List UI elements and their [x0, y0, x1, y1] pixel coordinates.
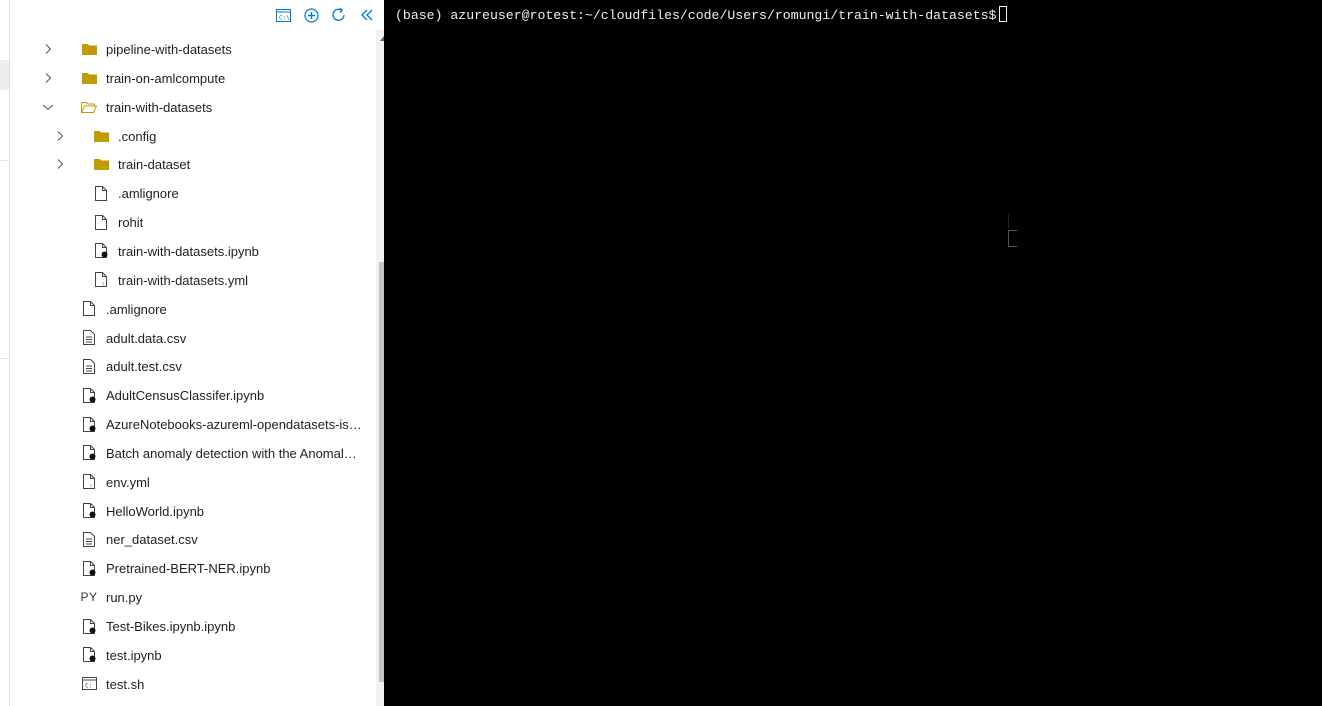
tree-item-label: Batch anomaly detection with the Anomaly… — [106, 445, 362, 461]
scrollbar[interactable] — [376, 30, 384, 706]
tree-item-label: AzureNotebooks-azureml-opendatasets-isd.… — [106, 417, 362, 433]
terminal[interactable]: (base) azureuser@rotest:~/cloudfiles/cod… — [384, 0, 1322, 706]
collapse-icon[interactable] — [358, 6, 376, 24]
folder-icon — [93, 156, 109, 172]
notebook-icon — [81, 560, 97, 576]
folder-icon — [81, 70, 97, 86]
tree-item[interactable]: train-dataset — [10, 150, 366, 179]
tree-item-label: Pretrained-BERT-NER.ipynb — [106, 561, 271, 577]
tree-item[interactable]: train-with-datasets.ipynb — [10, 237, 366, 266]
tree-item[interactable]: Batch anomaly detection with the Anomaly… — [10, 439, 366, 468]
tree-item[interactable]: Pretrained-BERT-NER.ipynb — [10, 554, 366, 583]
explorer-toolbar: C:\ — [10, 0, 384, 30]
chevron-right-icon[interactable] — [42, 72, 54, 84]
tree-item-label: .amlignore — [118, 186, 179, 202]
python-glyph: PY — [80, 590, 98, 605]
activity-strip — [0, 0, 10, 706]
tree-item[interactable]: rohit — [10, 208, 366, 237]
csv-file-icon — [81, 330, 97, 346]
tree-item[interactable]: Test-Bikes.ipynb.ipynb — [10, 612, 366, 641]
divider — [0, 160, 9, 161]
svg-text:C:\: C:\ — [279, 14, 290, 21]
tree-item-label: train-with-datasets.yml — [118, 272, 249, 288]
tree-item[interactable]: .config — [10, 122, 366, 151]
folder-open-icon — [81, 99, 97, 115]
tree-item-label: AdultCensusClassifer.ipynb — [106, 388, 265, 404]
svg-text:C:: C: — [85, 683, 92, 690]
terminal-icon[interactable]: C:\ — [274, 6, 292, 24]
tree-item[interactable]: AdultCensusClassifer.ipynb — [10, 381, 366, 410]
terminal-artifact — [1008, 230, 1017, 247]
chevron-right-icon[interactable] — [42, 43, 54, 55]
tree-item-label: test.ipynb — [106, 647, 162, 663]
tree-item-label: pipeline-with-datasets — [106, 42, 232, 57]
tree-item[interactable]: train-on-amlcompute — [10, 64, 366, 93]
tree-item-label: train-on-amlcompute — [106, 70, 226, 86]
file-explorer-panel: C:\ pipeline-with-datasets train-on-amlco… — [10, 0, 384, 706]
tree-item[interactable]: test.ipynb — [10, 641, 366, 670]
folder-icon — [93, 128, 109, 144]
add-icon[interactable] — [302, 6, 320, 24]
tree-item[interactable]: train-with-datasets — [10, 93, 366, 122]
notebook-icon — [81, 618, 97, 634]
tree-item-label: ner_dataset.csv — [106, 532, 198, 548]
chevron-down-icon[interactable] — [42, 101, 54, 113]
tree-item[interactable]: AzureNotebooks-azureml-opendatasets-isd.… — [10, 410, 366, 439]
yml-file-icon: ! — [81, 474, 97, 490]
tree-item[interactable]: ! train-with-datasets.yml — [10, 266, 366, 295]
python-file-icon: PY — [80, 589, 98, 605]
notebook-icon — [93, 243, 109, 259]
svg-text:!: ! — [102, 282, 104, 287]
notebook-icon — [81, 387, 97, 403]
chevron-right-icon[interactable] — [54, 158, 66, 170]
file-icon — [93, 214, 109, 230]
tree-item-label: .amlignore — [106, 301, 167, 317]
tree-item-label: run.py — [106, 590, 143, 606]
tree-item-label: train-with-datasets.ipynb — [118, 243, 259, 259]
file-icon — [93, 185, 109, 201]
tree-item[interactable]: PY run.py — [10, 583, 366, 612]
tree-item-label: train-with-datasets — [106, 99, 213, 115]
tree-item-label: test.sh — [106, 676, 145, 692]
yml-file-icon: ! — [93, 272, 109, 288]
notebook-icon — [81, 445, 97, 461]
terminal-cursor — [999, 6, 1008, 22]
tree-item[interactable]: .amlignore — [10, 179, 366, 208]
tree-item-label: adult.data.csv — [106, 330, 187, 346]
tree-item-label: .config — [118, 128, 157, 144]
tree-item[interactable]: ner_dataset.csv — [10, 525, 366, 554]
tree-item-label: HelloWorld.ipynb — [106, 503, 205, 519]
tree-item[interactable]: ! env.yml — [10, 468, 366, 497]
tree-item-label: rohit — [118, 215, 144, 231]
terminal-prompt-line: (base) azureuser@rotest:~/cloudfiles/cod… — [395, 6, 1008, 24]
csv-file-icon — [81, 531, 97, 547]
tree-item[interactable]: adult.data.csv — [10, 324, 366, 353]
terminal-prompt: (base) azureuser@rotest:~/cloudfiles/cod… — [395, 8, 997, 23]
terminal-artifact — [1008, 214, 1017, 228]
folder-icon — [81, 41, 97, 57]
divider — [0, 358, 9, 359]
notebook-icon — [81, 416, 97, 432]
chevron-right-icon[interactable] — [54, 130, 66, 142]
tree-item[interactable]: adult.test.csv — [10, 352, 366, 381]
activity-strip-selection — [0, 60, 9, 90]
notebook-icon — [81, 647, 97, 663]
file-icon — [81, 301, 97, 317]
tree-item-label: adult.test.csv — [106, 359, 182, 375]
tree-item-label: Test-Bikes.ipynb.ipynb — [106, 619, 236, 634]
notebook-icon — [81, 503, 97, 519]
refresh-icon[interactable] — [330, 6, 348, 24]
tree-item-label: env.yml — [106, 474, 150, 490]
tree-item-label: train-dataset — [118, 157, 191, 173]
svg-text:!: ! — [90, 484, 92, 489]
tree-item[interactable]: HelloWorld.ipynb — [10, 497, 366, 526]
tree-item[interactable]: pipeline-with-datasets — [10, 35, 366, 64]
tree-item[interactable]: .amlignore — [10, 295, 366, 324]
tree-item[interactable]: C: test.sh — [10, 670, 366, 699]
csv-file-icon — [81, 358, 97, 374]
shell-file-icon: C: — [81, 676, 97, 692]
